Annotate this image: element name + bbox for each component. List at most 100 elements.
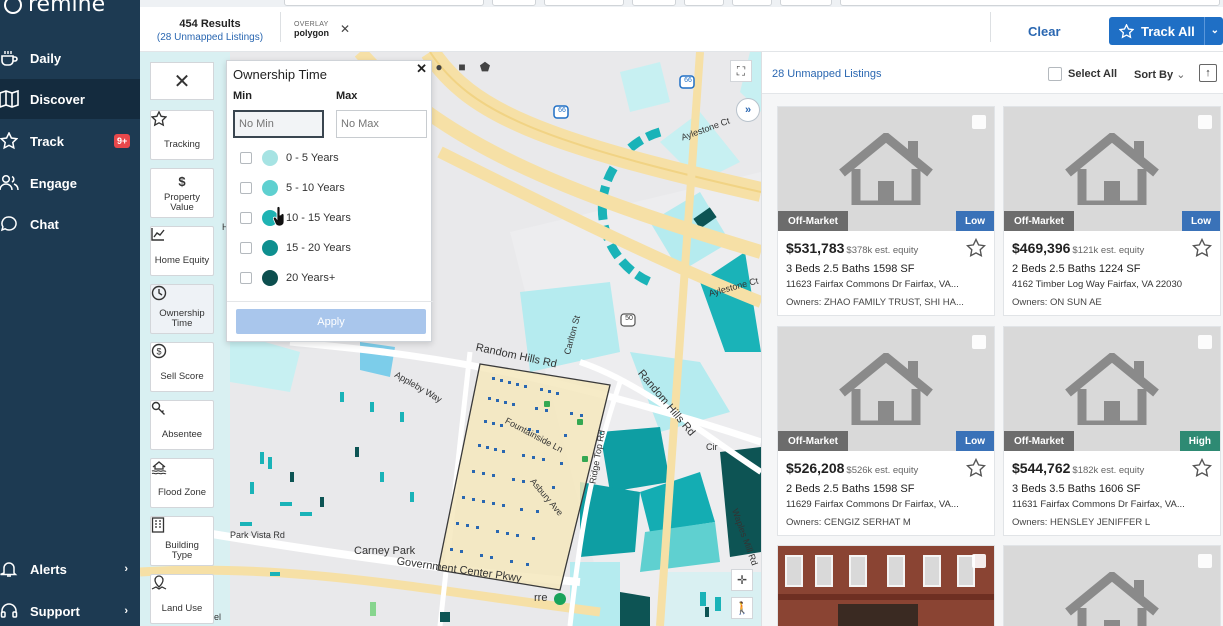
legend-swatch [262,240,278,256]
listing-card[interactable]: Off-Market Low $469,396 $121k est. equity… [1003,106,1221,316]
listing-card[interactable] [777,545,995,626]
filter-building-type[interactable]: Building Type [150,516,214,566]
listing-card[interactable]: Off-Market Low $531,783 $378k est. equity… [777,106,995,316]
chevron-down-icon: ⌄ [1176,69,1186,81]
filter-strip [140,0,1223,7]
track-star-icon[interactable] [1192,238,1212,258]
unmapped-listings-link[interactable]: 28 Unmapped Listings [772,68,881,80]
legend-swatch [262,180,278,196]
results-bar: 454 Results (28 Unmapped Listings) OVERL… [140,0,1223,52]
listings-header: 28 Unmapped Listings Select All Sort By … [762,52,1223,94]
star-outline-icon [151,111,190,137]
listing-checkbox[interactable] [972,335,986,349]
filter-field[interactable] [492,0,536,6]
listing-address: 4162 Timber Log Way Fairfax, VA 22030 [1012,279,1183,290]
listing-checkbox[interactable] [1198,335,1212,349]
option-checkbox[interactable] [240,182,252,194]
house-placeholder-icon [839,133,933,205]
sidebar-item-support[interactable]: Support › [0,591,140,626]
sidebar-item-engage[interactable]: Engage [0,163,140,203]
close-popup-icon[interactable]: ✕ [416,61,427,77]
option-checkbox[interactable] [240,152,252,164]
close-filters-button[interactable]: ✕ [150,62,214,100]
listing-checkbox[interactable] [972,554,986,568]
option-checkbox[interactable] [240,242,252,254]
listing-checkbox[interactable] [1198,554,1212,568]
filter-field[interactable] [684,0,724,6]
filter-absentee[interactable]: Absentee [150,400,214,450]
max-years-input[interactable] [336,110,427,138]
draw-rectangle-icon[interactable]: ■ [451,56,473,78]
filter-field[interactable] [840,0,1220,6]
listing-card[interactable]: Off-Market High $544,762 $182k est. equit… [1003,326,1221,536]
map-icon [0,88,20,110]
select-all-checkbox[interactable] [1048,67,1062,81]
chat-icon [0,213,20,235]
clear-button[interactable]: Clear [1028,24,1061,39]
track-badge: 9+ [114,134,131,148]
filter-land-use[interactable]: Land Use [150,574,214,624]
map-view[interactable]: Random Hills Rd Random Hills Rd Fountain… [140,52,761,626]
track-star-icon[interactable] [966,238,986,258]
brand-logo[interactable]: remine [4,0,105,17]
track-star-icon[interactable] [966,458,986,478]
filter-field[interactable] [780,0,832,6]
sidebar-item-chat[interactable]: Chat [0,204,140,244]
remine-logo-icon [4,0,22,14]
chevron-down-icon[interactable]: ⌄ [1211,25,1219,36]
sort-direction-icon[interactable]: ↑ [1199,64,1217,82]
clock-icon [151,285,190,306]
option-5-10-years[interactable]: 5 - 10 Years [240,178,345,198]
listings-panel: 28 Unmapped Listings Select All Sort By … [761,52,1223,626]
headset-icon [0,600,20,622]
option-10-15-years[interactable]: 10 - 15 Years [240,208,351,228]
filter-ownership-time[interactable]: Ownership Time [150,284,214,334]
listing-card[interactable]: Off-Market Low $526,208 $526k est. equity… [777,326,995,536]
status-badge: Off-Market [778,211,849,231]
filter-flood-zone[interactable]: Flood Zone [150,458,214,508]
option-20-plus-years[interactable]: 20 Years+ [240,268,335,288]
listing-checkbox[interactable] [972,115,986,129]
sidebar-item-discover[interactable]: Discover [0,79,140,119]
option-0-5-years[interactable]: 0 - 5 Years [240,148,339,168]
sell-score-badge: Low [956,211,994,231]
unmapped-listings-link[interactable]: (28 Unmapped Listings) [150,32,270,43]
sidebar-item-track[interactable]: Track 9+ [0,121,140,161]
listing-photo [1004,546,1220,626]
street-view-icon[interactable]: 🚶 [731,597,753,619]
option-15-20-years[interactable]: 15 - 20 Years [240,238,351,258]
fullscreen-icon[interactable]: ⛶ [730,60,752,82]
option-checkbox[interactable] [240,272,252,284]
select-all[interactable]: Select All [1048,67,1117,81]
chevron-right-icon: › [124,605,128,617]
listing-checkbox[interactable] [1198,115,1212,129]
filter-field[interactable] [544,0,624,6]
sidebar-item-alerts[interactable]: Alerts › [0,549,140,589]
key-icon [151,401,190,427]
recenter-icon[interactable]: ✛ [731,569,753,591]
legend-swatch [262,270,278,286]
filter-tracking[interactable]: Tracking [150,110,214,160]
filter-field[interactable] [284,0,484,6]
min-years-input[interactable] [233,110,324,138]
apply-button[interactable]: Apply [236,309,426,334]
sidebar-item-daily[interactable]: Daily [0,38,140,78]
track-star-icon[interactable] [1192,458,1212,478]
filter-sell-score[interactable]: $ Sell Score [150,342,214,392]
listing-address: 11623 Fairfax Commons Dr Fairfax, VA... [786,279,959,290]
track-all-button[interactable]: Track All ⌄ [1109,17,1223,45]
listing-price: $526,208 $526k est. equity [786,460,919,476]
draw-polygon-icon[interactable]: ⬟ [474,56,496,78]
sort-dropdown[interactable]: Sort By ⌄ [1134,68,1185,81]
remove-overlay-close-icon[interactable]: ✕ [340,22,350,36]
highway-shield: 66 [684,77,692,84]
option-checkbox[interactable] [240,212,252,224]
filter-field[interactable] [732,0,772,6]
house-placeholder-icon [1065,133,1159,205]
filter-home-equity[interactable]: Home Equity [150,226,214,276]
filter-property-value[interactable]: $ Property Value [150,168,214,218]
filter-field[interactable] [632,0,676,6]
listing-owners: Owners: HENSLEY JENIFFER L [1012,517,1151,528]
expand-panel-icon[interactable]: » [736,98,760,122]
listing-card[interactable] [1003,545,1221,626]
